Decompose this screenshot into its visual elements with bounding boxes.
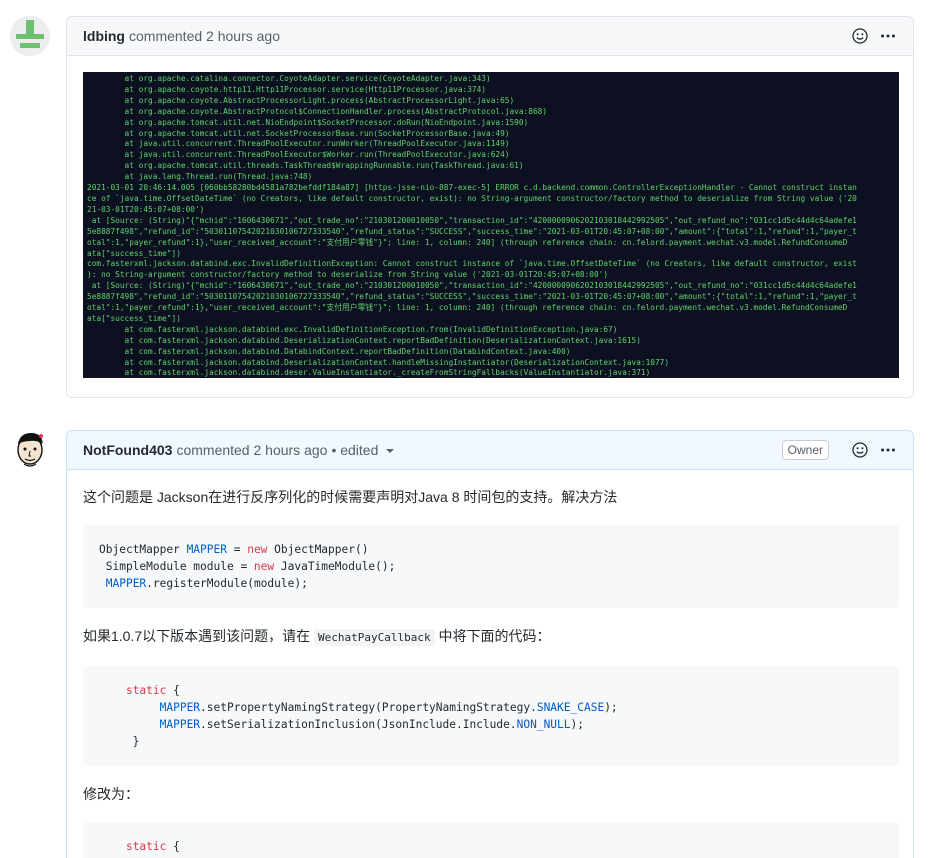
paragraph-instruction: 如果1.0.7以下版本遇到该问题，请在 WechatPayCallback 中将… xyxy=(83,626,899,648)
code-token: MAPPER xyxy=(105,577,147,590)
smiley-icon[interactable] xyxy=(851,27,869,45)
code-token: ObjectMapper xyxy=(99,543,187,556)
comment-body: 这个问题是 Jackson在进行反序列化的时候需要声明对Java 8 时间包的支… xyxy=(83,487,899,858)
comment-card-notfound403: NotFound403 commented 2 hours ago • edit… xyxy=(66,430,914,858)
inline-code-callback: WechatPayCallback xyxy=(314,629,435,646)
code-block-original: static { MAPPER.setPropertyNamingStrateg… xyxy=(83,666,899,766)
owner-badge: Owner xyxy=(781,440,829,460)
log-screenshot: at org.apache.catalina.connector.CoyoteA… xyxy=(83,72,899,378)
code-token: static xyxy=(125,684,167,697)
comment-timestamp[interactable]: commented 2 hours ago xyxy=(129,28,280,44)
instruction-text-before: 如果1.0.7以下版本遇到该问题，请在 xyxy=(83,628,315,644)
identicon-icon xyxy=(10,16,50,56)
code-token: .setSerializationInclusion(JsonInclude.I… xyxy=(200,718,517,731)
code-block-mapper: ObjectMapper MAPPER = new ObjectMapper()… xyxy=(83,525,899,608)
edited-dropdown[interactable]: • edited xyxy=(331,442,395,458)
edited-label: • edited xyxy=(331,442,379,458)
code-token: NON_NULL xyxy=(516,718,571,731)
code-token: .setPropertyNamingStrategy(PropertyNamin… xyxy=(200,701,537,714)
avatar-ldbing[interactable] xyxy=(10,16,50,56)
comment-header: ldbing commented 2 hours ago xyxy=(67,17,913,56)
code-token: = xyxy=(226,543,248,556)
code-token: .registerModule(module); xyxy=(146,577,308,590)
code-token: { xyxy=(166,840,180,853)
code-token: ); xyxy=(604,701,618,714)
comment-author[interactable]: NotFound403 xyxy=(83,442,172,458)
paragraph-change-to: 修改为： xyxy=(83,786,139,802)
kebab-menu-icon[interactable] xyxy=(879,441,897,459)
comment-timestamp[interactable]: commented 2 hours ago xyxy=(176,442,327,458)
instruction-text-after: 中将下面的代码： xyxy=(434,628,551,644)
code-token: MAPPER xyxy=(159,718,201,731)
log-text: at org.apache.catalina.connector.CoyoteA… xyxy=(87,74,857,378)
code-token: ); xyxy=(570,718,584,731)
code-token: } xyxy=(99,735,140,748)
avatar-notfound403[interactable] xyxy=(10,430,50,470)
code-token: static xyxy=(125,840,167,853)
cartoon-face-icon xyxy=(10,430,50,470)
code-token: new xyxy=(253,560,275,573)
kebab-menu-icon[interactable] xyxy=(879,27,897,45)
code-token: MAPPER xyxy=(159,701,201,714)
code-token: { xyxy=(166,684,180,697)
code-token: SimpleModule module = xyxy=(99,560,254,573)
comment-card-ldbing: ldbing commented 2 hours ago at org.apac… xyxy=(66,16,914,398)
code-token: ObjectMapper() xyxy=(267,543,369,556)
code-token: new xyxy=(247,543,268,556)
smiley-icon[interactable] xyxy=(851,441,869,459)
code-token: MAPPER xyxy=(186,543,227,556)
comment-author[interactable]: ldbing xyxy=(83,28,125,44)
code-block-modified: static { MAPPER.setPropertyNamingStrateg… xyxy=(83,822,899,858)
chevron-down-icon xyxy=(386,449,395,454)
code-token: JavaTimeModule(); xyxy=(274,560,396,573)
paragraph-explanation: 这个问题是 Jackson在进行反序列化的时候需要声明对Java 8 时间包的支… xyxy=(83,489,618,505)
code-token: SNAKE_CASE xyxy=(536,701,605,714)
comment-header: NotFound403 commented 2 hours ago • edit… xyxy=(67,431,913,470)
